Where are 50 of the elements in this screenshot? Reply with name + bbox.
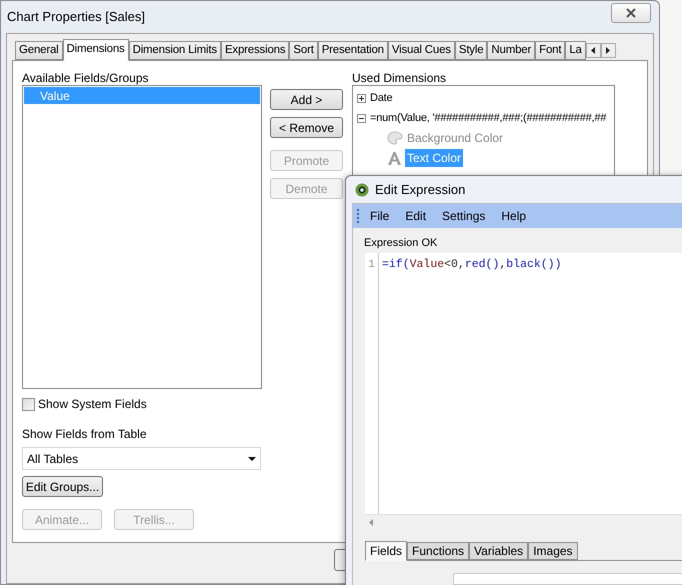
- close-icon: [626, 8, 636, 18]
- app-logo-icon: [355, 182, 369, 196]
- font-icon: [387, 150, 403, 166]
- tab[interactable]: Dimensions: [62, 39, 129, 61]
- menu-item[interactable]: Help: [495, 207, 532, 225]
- tab[interactable]: Style: [454, 41, 488, 60]
- menu-item[interactable]: File: [364, 207, 396, 225]
- dialog-button[interactable]: < Remove: [270, 117, 343, 138]
- tab[interactable]: Number: [487, 41, 536, 60]
- tab[interactable]: Dimension Limits: [128, 41, 221, 60]
- status-text: Expression OK: [363, 236, 438, 249]
- left-arrow-icon: [591, 47, 596, 54]
- field-label: Show Fields from Table: [22, 426, 148, 443]
- checkbox[interactable]: [22, 398, 35, 410]
- line-number: 1: [368, 258, 375, 272]
- tab[interactable]: Variables: [469, 542, 528, 560]
- close-button[interactable]: [611, 3, 651, 23]
- tab[interactable]: Images: [528, 542, 578, 560]
- code-editor[interactable]: 1 =if(Value<0,red(),black()): [365, 253, 682, 530]
- list-label: Available Fields/Groups: [22, 70, 150, 85]
- tab[interactable]: La: [565, 41, 586, 60]
- tab[interactable]: Visual Cues: [388, 41, 455, 60]
- expand-icon[interactable]: [357, 94, 366, 102]
- menu-item[interactable]: Edit: [399, 207, 432, 225]
- tree-item[interactable]: Date: [370, 90, 392, 106]
- window-title: Edit Expression: [375, 180, 466, 199]
- tab[interactable]: Fields: [365, 541, 408, 561]
- scroll-left-icon: [369, 519, 373, 526]
- dialog-button[interactable]: Add >: [270, 89, 343, 110]
- menu-item[interactable]: Settings: [436, 207, 492, 225]
- tab[interactable]: Font: [535, 41, 566, 60]
- dropdown-arrow-icon: [248, 456, 256, 460]
- scroll-right-button[interactable]: [600, 43, 616, 58]
- dialog-button[interactable]: Edit Groups...: [22, 476, 103, 497]
- code-line: =if(Value<0,red(),black()): [382, 258, 562, 272]
- collapse-icon[interactable]: [357, 114, 366, 122]
- tree-item[interactable]: =num(Value, '###########,###;(###########,##: [370, 110, 606, 126]
- table-dropdown[interactable]: All Tables: [22, 447, 261, 470]
- tab[interactable]: Presentation: [318, 41, 388, 60]
- tab[interactable]: Functions: [407, 542, 470, 560]
- checkbox-label: Show System Fields: [38, 396, 147, 413]
- right-arrow-icon: [606, 47, 610, 54]
- tab[interactable]: Expressions: [220, 41, 290, 60]
- scroll-left-button[interactable]: [586, 43, 601, 58]
- tab[interactable]: Sort: [289, 41, 318, 60]
- window-title: Chart Properties [Sales]: [7, 8, 146, 26]
- grip-icon: [357, 209, 360, 223]
- list-label: Used Dimensions: [352, 70, 448, 85]
- palette-icon: [387, 131, 403, 145]
- tab[interactable]: General: [15, 41, 63, 60]
